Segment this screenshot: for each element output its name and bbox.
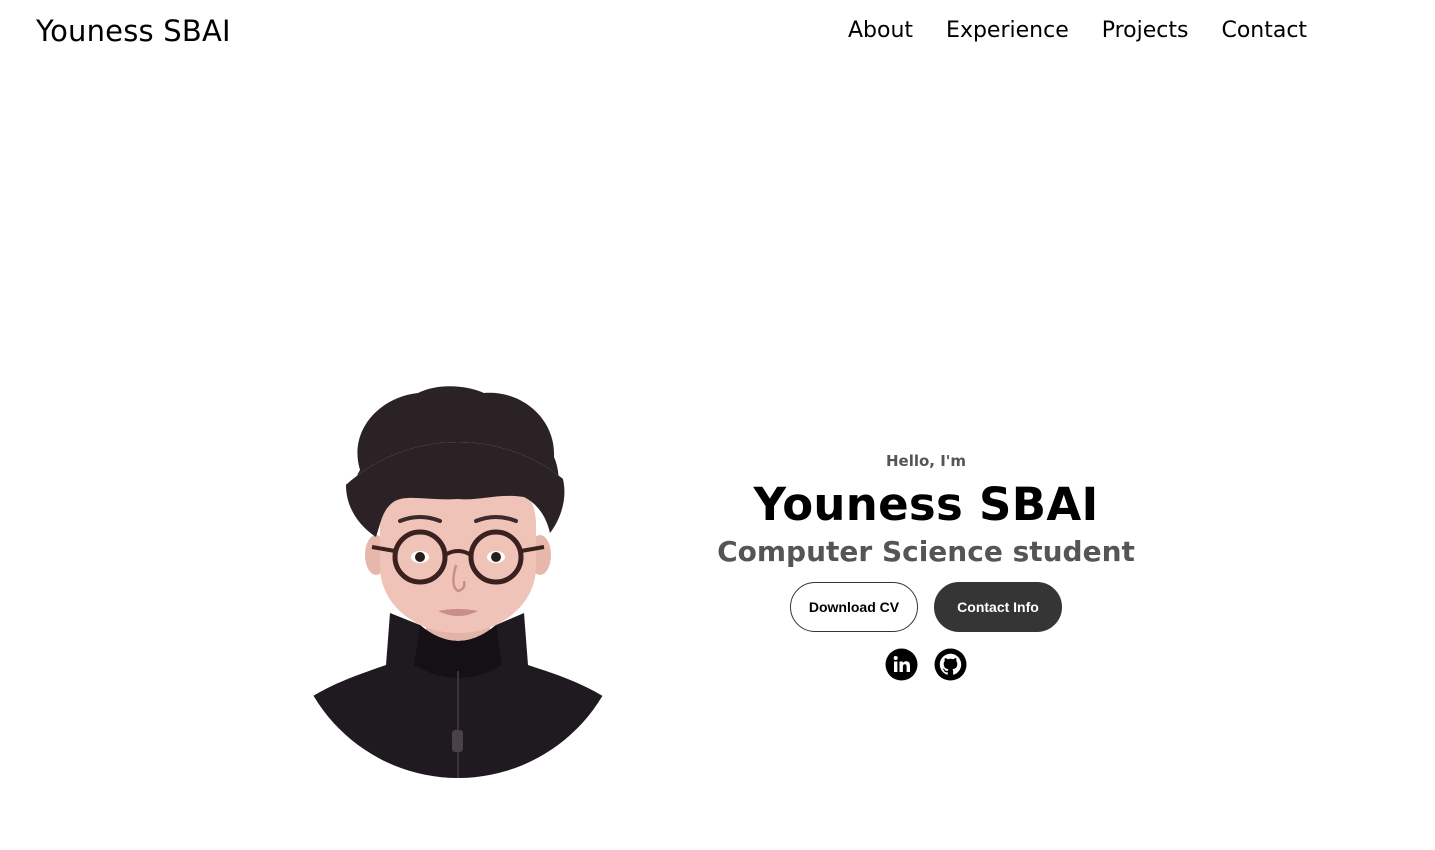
hero-name: Youness SBAI <box>753 478 1099 531</box>
profile-portrait-illustration <box>290 386 626 778</box>
nav-item-experience: Experience <box>946 18 1069 43</box>
profile-picture <box>288 375 628 780</box>
nav-link-contact[interactable]: Contact <box>1221 18 1307 43</box>
nav-item-about: About <box>848 18 913 43</box>
github-icon[interactable] <box>934 648 967 681</box>
site-logo[interactable]: Youness SBAI <box>36 14 231 48</box>
top-navigation: Youness SBAI About Experience Projects C… <box>0 0 1435 66</box>
download-cv-button[interactable]: Download CV <box>790 582 918 632</box>
contact-info-button[interactable]: Contact Info <box>934 582 1062 632</box>
nav-item-contact: Contact <box>1221 18 1307 43</box>
hero-role: Computer Science student <box>717 535 1135 568</box>
nav-link-about[interactable]: About <box>848 18 913 43</box>
nav-links: About Experience Projects Contact <box>848 18 1307 43</box>
nav-link-projects[interactable]: Projects <box>1102 18 1189 43</box>
hero-section: Hello, I'm Youness SBAI Computer Science… <box>716 452 1136 681</box>
linkedin-icon[interactable] <box>885 648 918 681</box>
nav-link-experience[interactable]: Experience <box>946 18 1069 43</box>
nav-item-projects: Projects <box>1102 18 1189 43</box>
hero-buttons: Download CV Contact Info <box>790 582 1062 632</box>
social-links <box>885 648 967 681</box>
greeting-text: Hello, I'm <box>885 452 967 470</box>
